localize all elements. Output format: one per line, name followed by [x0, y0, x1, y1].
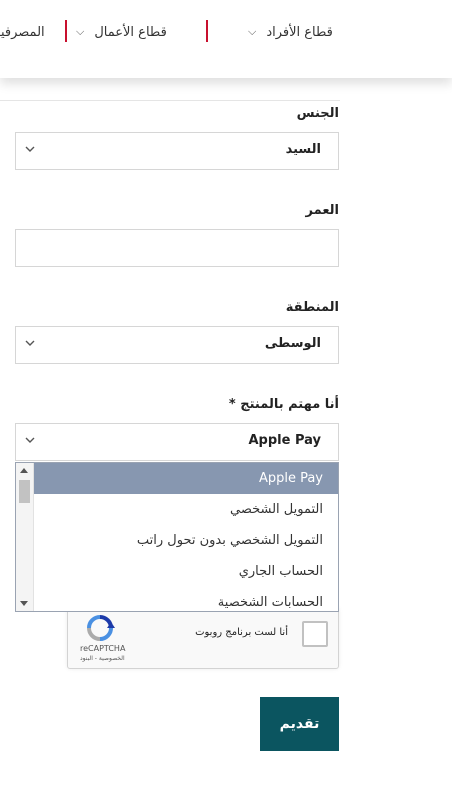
dropdown-option[interactable]: الحسابات الشخصية	[34, 587, 338, 611]
region-select-value: الوسطى	[264, 336, 321, 351]
recaptcha-widget: أنا لست برنامج روبوت reCAPTCHA الخصوصية …	[67, 607, 339, 669]
age-input[interactable]	[15, 229, 339, 267]
recaptcha-brand: reCAPTCHA	[80, 644, 126, 653]
dropdown-option[interactable]: التمويل الشخصي	[34, 494, 338, 525]
gender-select-value: السيد	[285, 142, 321, 157]
nav-item-label: قطاع الأعمال	[94, 24, 167, 40]
product-select-value: Apple Pay	[248, 433, 322, 448]
nav-item-label: المصرفية	[0, 24, 45, 40]
nav-item-business[interactable]: قطاع الأعمال ⌵	[76, 22, 167, 42]
region-label: المنطقة	[285, 300, 339, 315]
nav-item-banking[interactable]: المصرفية	[0, 22, 45, 42]
recaptcha-checkbox[interactable]	[302, 621, 328, 647]
chevron-down-icon: ⌵	[76, 25, 85, 38]
dropdown-option[interactable]: التمويل الشخصي بدون تحول راتب	[34, 525, 338, 556]
scrollbar-thumb[interactable]	[19, 480, 30, 503]
nav-item-label: قطاع الأفراد	[266, 24, 333, 40]
gender-select[interactable]: السيد	[15, 132, 339, 170]
recaptcha-logo-icon	[87, 615, 115, 641]
nav-separator	[65, 20, 67, 42]
submit-button[interactable]: تقديم	[260, 697, 339, 751]
recaptcha-label: أنا لست برنامج روبوت	[195, 627, 288, 638]
chevron-down-icon: ⌵	[248, 25, 257, 38]
dropdown-option[interactable]: Apple Pay	[34, 463, 338, 494]
chevron-down-icon	[25, 146, 35, 152]
section-divider	[0, 100, 340, 101]
chevron-down-icon	[25, 340, 35, 346]
recaptcha-privacy-terms-link[interactable]: الخصوصية - البنود	[80, 655, 125, 662]
nav-item-individuals[interactable]: قطاع الأفراد ⌵	[248, 22, 333, 42]
top-navigation: قطاع الأفراد ⌵ قطاع الأعمال ⌵ المصرفية	[0, 0, 452, 78]
dropdown-scrollbar[interactable]	[16, 463, 34, 611]
scroll-up-arrow-icon[interactable]	[20, 468, 28, 473]
age-label: العمر	[305, 203, 339, 218]
nav-separator	[206, 20, 208, 42]
dropdown-option[interactable]: الحساب الجاري	[34, 556, 338, 587]
product-dropdown-list[interactable]: Apple Pay التمويل الشخصي التمويل الشخصي …	[15, 462, 339, 612]
product-label: أنا مهتم بالمنتج *	[228, 397, 339, 412]
product-select[interactable]: Apple Pay	[15, 423, 339, 461]
chevron-down-icon	[25, 437, 35, 443]
scroll-down-arrow-icon[interactable]	[20, 601, 28, 606]
gender-label: الجنس	[296, 106, 339, 121]
region-select[interactable]: الوسطى	[15, 326, 339, 364]
